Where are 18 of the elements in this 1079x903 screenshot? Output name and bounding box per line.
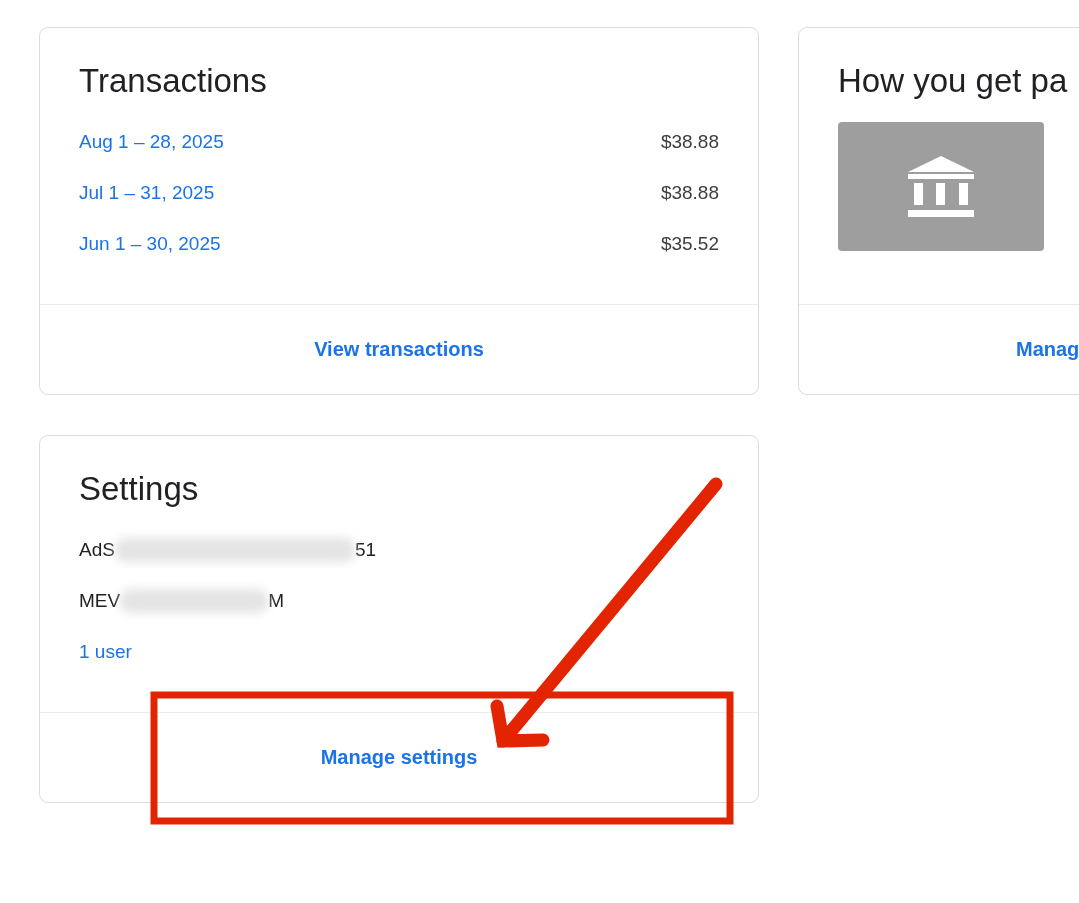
bank-icon xyxy=(908,155,974,218)
card-title: Transactions xyxy=(79,61,268,101)
manage-settings-link[interactable]: Manage settings xyxy=(320,746,478,769)
amount-text: $38.88 xyxy=(660,181,719,205)
users-link[interactable]: 1 user xyxy=(79,640,132,664)
amount-text: $38.88 xyxy=(660,130,719,154)
account-text: AdS xyxy=(79,538,115,562)
period-link[interactable]: Aug 1 – 28, 2025 xyxy=(79,130,224,154)
period-link[interactable]: Jul 1 – 31, 2025 xyxy=(79,181,215,205)
period-link[interactable]: Jun 1 – 30, 2025 xyxy=(79,232,221,256)
account-text: MEV xyxy=(79,589,121,613)
amount-text: $35.52 xyxy=(660,232,719,256)
card-title: Settings xyxy=(79,469,200,509)
card-title: How you get pa xyxy=(838,61,1069,101)
manage-link[interactable]: Manag xyxy=(1016,338,1079,361)
account-text: 51 xyxy=(354,538,377,562)
account-text: M xyxy=(268,589,284,613)
view-transactions-link[interactable]: View transactions xyxy=(314,338,484,361)
